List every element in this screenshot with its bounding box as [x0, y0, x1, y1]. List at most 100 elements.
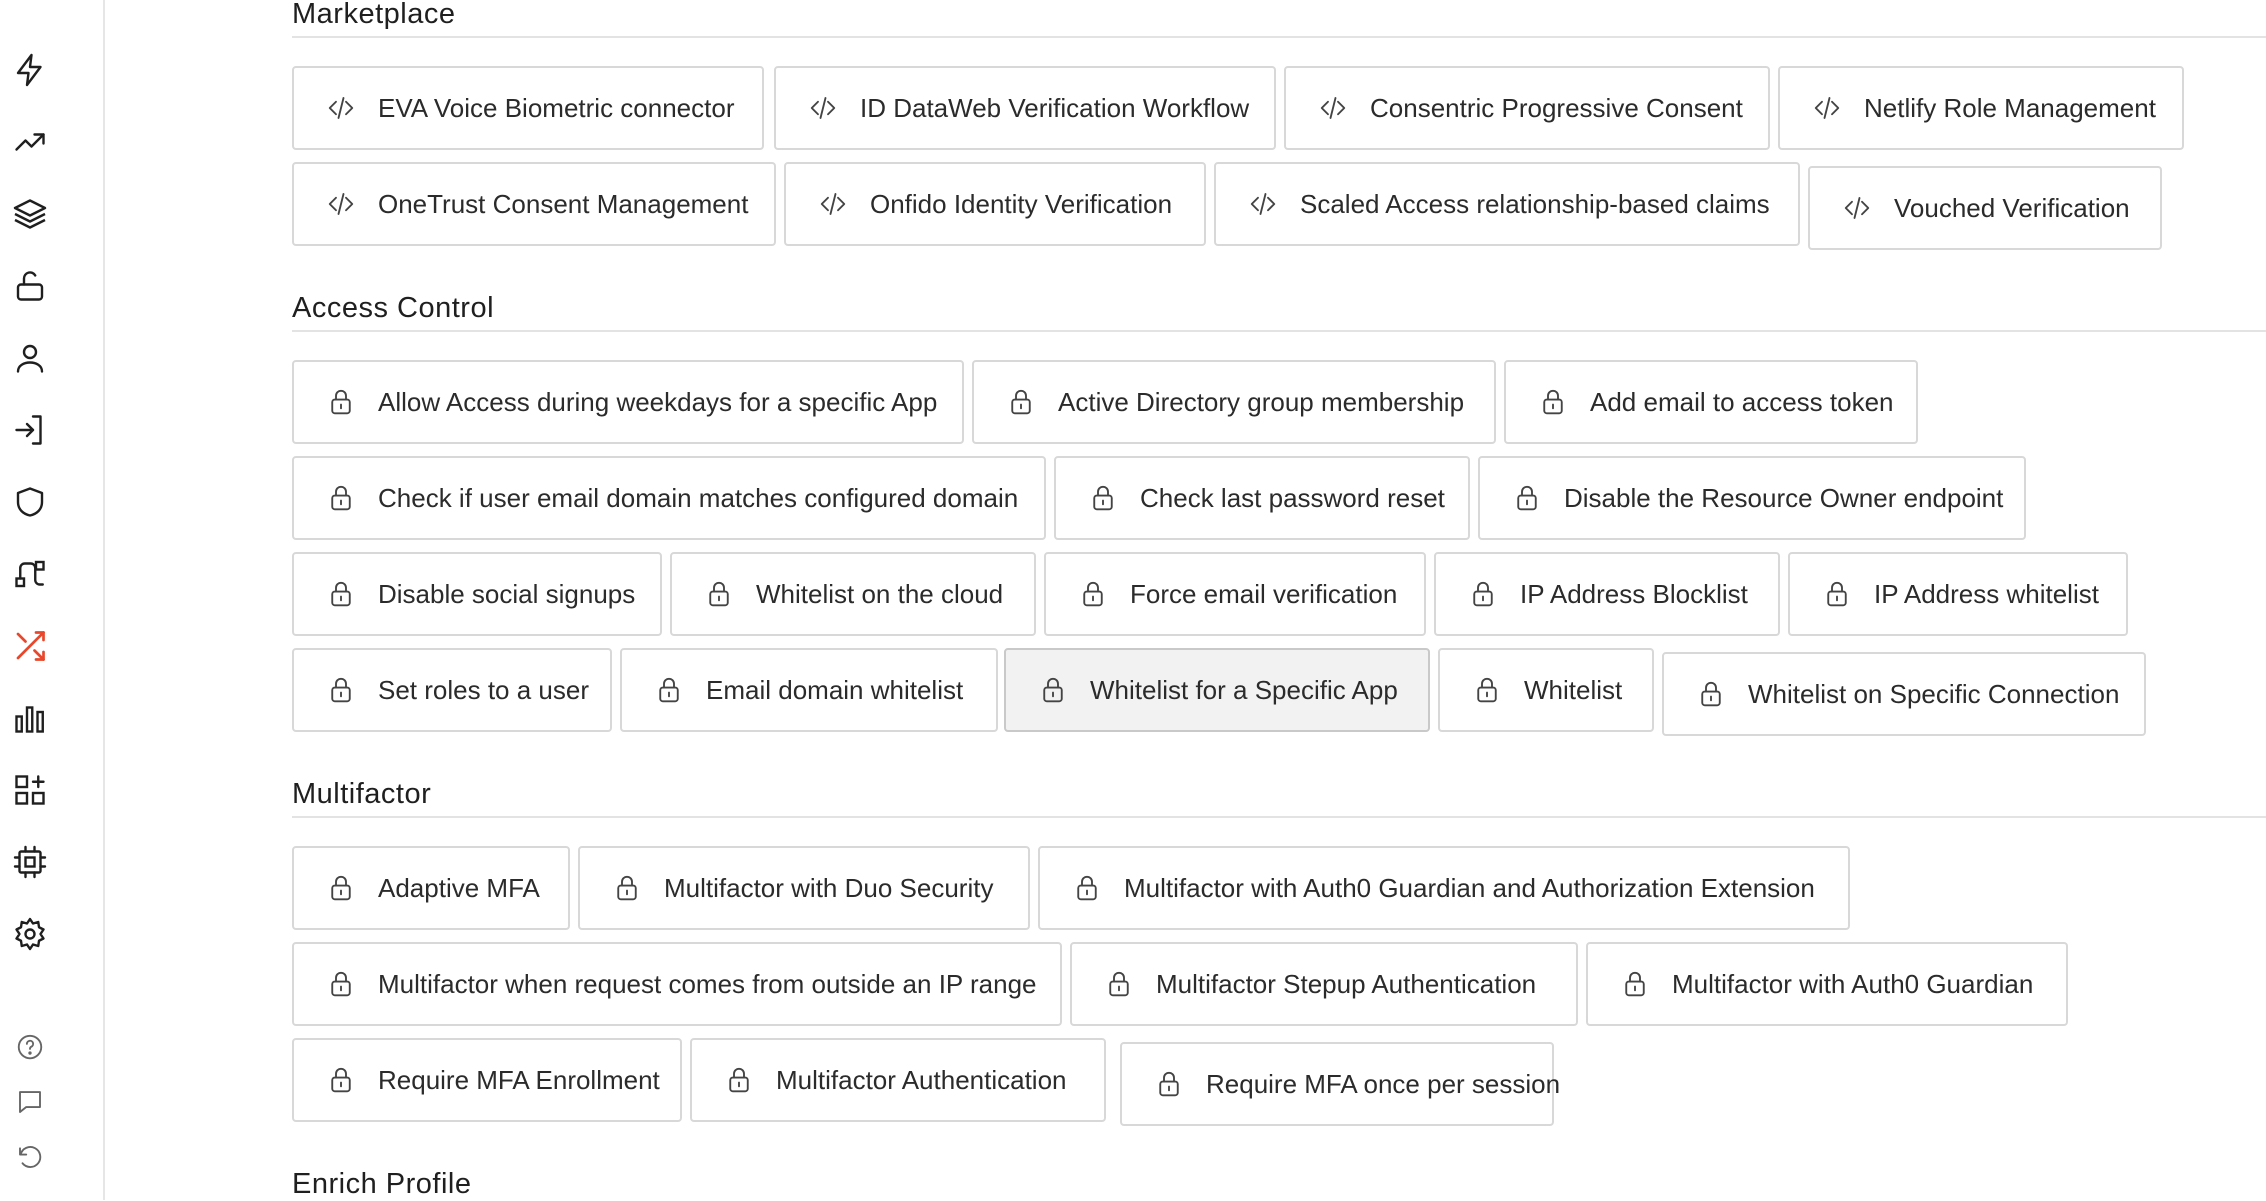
- lock-icon: [1038, 675, 1068, 705]
- shield-icon[interactable]: [10, 482, 50, 522]
- section-title-marketplace: Marketplace: [292, 0, 456, 30]
- flows-icon[interactable]: [10, 554, 50, 594]
- rule-card-label: Netlify Role Management: [1864, 92, 2156, 123]
- rule-card-label: Require MFA once per session: [1206, 1068, 1561, 1099]
- lock-icon: [326, 675, 356, 705]
- rule-card[interactable]: Whitelist on Specific Connection: [1662, 652, 2146, 736]
- section-divider: [292, 816, 2266, 818]
- rule-card[interactable]: Adaptive MFA: [292, 846, 570, 930]
- rule-card[interactable]: Consentric Progressive Consent: [1284, 66, 1770, 150]
- rule-card-label: Multifactor when request comes from outs…: [378, 968, 1037, 999]
- lock-icon: [1538, 387, 1568, 417]
- gear-icon[interactable]: [10, 914, 50, 954]
- rule-card[interactable]: Add email to access token: [1504, 360, 1918, 444]
- rule-card[interactable]: Disable the Resource Owner endpoint: [1478, 456, 2026, 540]
- rule-card-label: Vouched Verification: [1894, 192, 2130, 223]
- login-icon[interactable]: [10, 410, 50, 450]
- code-icon: [1842, 193, 1872, 223]
- rule-card-label: IP Address Blocklist: [1520, 578, 1748, 609]
- rule-card-label: Multifactor with Auth0 Guardian: [1672, 968, 2034, 999]
- code-icon: [1812, 93, 1842, 123]
- lock-icon: [1104, 969, 1134, 999]
- help-icon[interactable]: [10, 1027, 50, 1067]
- lock-icon: [1620, 969, 1650, 999]
- rule-card[interactable]: Force email verification: [1044, 552, 1426, 636]
- rule-card[interactable]: Multifactor with Auth0 Guardian and Auth…: [1038, 846, 1850, 930]
- lock-icon: [1088, 483, 1118, 513]
- rule-card[interactable]: Scaled Access relationship-based claims: [1214, 162, 1800, 246]
- lock-icon: [1472, 675, 1502, 705]
- rule-card[interactable]: Active Directory group membership: [972, 360, 1496, 444]
- layers-icon[interactable]: [10, 194, 50, 234]
- rule-card-label: Onfido Identity Verification: [870, 188, 1173, 219]
- lock-icon: [326, 969, 356, 999]
- rule-card[interactable]: Check if user email domain matches confi…: [292, 456, 1046, 540]
- rule-card-label: Multifactor with Auth0 Guardian and Auth…: [1124, 872, 1815, 903]
- bar-chart-icon[interactable]: [10, 698, 50, 738]
- rule-card[interactable]: ID DataWeb Verification Workflow: [774, 66, 1276, 150]
- section-divider: [292, 36, 2266, 38]
- rule-card[interactable]: Multifactor Authentication: [690, 1038, 1106, 1122]
- rule-card[interactable]: Allow Access during weekdays for a speci…: [292, 360, 964, 444]
- rule-card[interactable]: OneTrust Consent Management: [292, 162, 776, 246]
- lock-icon: [1154, 1069, 1184, 1099]
- lock-icon: [1468, 579, 1498, 609]
- rule-card-selected[interactable]: Whitelist for a Specific App: [1004, 648, 1430, 732]
- rule-card[interactable]: Multifactor Stepup Authentication: [1070, 942, 1578, 1026]
- chat-icon[interactable]: [10, 1082, 50, 1122]
- lock-icon: [654, 675, 684, 705]
- rule-card[interactable]: EVA Voice Biometric connector: [292, 66, 764, 150]
- section-title-access-control: Access Control: [292, 292, 495, 324]
- chip-icon[interactable]: [10, 842, 50, 882]
- rule-card-label: Multifactor with Duo Security: [664, 872, 994, 903]
- rule-card[interactable]: Netlify Role Management: [1778, 66, 2184, 150]
- rule-card-label: Allow Access during weekdays for a speci…: [378, 386, 938, 417]
- rule-card[interactable]: Vouched Verification: [1808, 166, 2162, 250]
- rule-card-label: IP Address whitelist: [1874, 578, 2099, 609]
- rule-card[interactable]: Check last password reset: [1054, 456, 1470, 540]
- section-divider: [292, 330, 2266, 332]
- shuffle-icon[interactable]: [10, 626, 50, 666]
- rule-card[interactable]: IP Address Blocklist: [1434, 552, 1780, 636]
- rule-card[interactable]: Multifactor with Duo Security: [578, 846, 1030, 930]
- lock-icon: [704, 579, 734, 609]
- rule-card[interactable]: Require MFA Enrollment: [292, 1038, 682, 1122]
- lock-icon: [326, 483, 356, 513]
- trending-up-icon[interactable]: [10, 122, 50, 162]
- lock-icon: [326, 579, 356, 609]
- lock-icon: [1078, 579, 1108, 609]
- rule-card[interactable]: Set roles to a user: [292, 648, 612, 732]
- rule-card-label: Multifactor Authentication: [776, 1064, 1067, 1095]
- undo-icon[interactable]: [10, 1137, 50, 1177]
- rule-card[interactable]: IP Address whitelist: [1788, 552, 2128, 636]
- rule-card-label: Force email verification: [1130, 578, 1398, 609]
- rule-card[interactable]: Whitelist on the cloud: [670, 552, 1036, 636]
- rule-card[interactable]: Disable social signups: [292, 552, 662, 636]
- rule-templates-panel: Marketplace EVA Voice Biometric connecto…: [292, 0, 2266, 1200]
- lock-icon: [724, 1065, 754, 1095]
- rule-card[interactable]: Whitelist: [1438, 648, 1654, 732]
- lock-icon: [326, 873, 356, 903]
- unlock-icon[interactable]: [10, 266, 50, 306]
- user-icon[interactable]: [10, 338, 50, 378]
- rule-card[interactable]: Require MFA once per session: [1120, 1042, 1560, 1126]
- rule-card-label: Set roles to a user: [378, 674, 589, 705]
- rule-card-label: Active Directory group membership: [1058, 386, 1465, 417]
- rule-card-label: Whitelist for a Specific App: [1090, 674, 1398, 705]
- rule-card-label: Whitelist: [1524, 674, 1623, 705]
- lock-icon: [1512, 483, 1542, 513]
- rule-card-label: OneTrust Consent Management: [378, 188, 749, 219]
- section-title-multifactor: Multifactor: [292, 778, 432, 810]
- rule-card-label: Disable social signups: [378, 578, 636, 609]
- rule-card[interactable]: Multifactor with Auth0 Guardian: [1586, 942, 2068, 1026]
- code-icon: [808, 93, 838, 123]
- rule-card[interactable]: Multifactor when request comes from outs…: [292, 942, 1062, 1026]
- add-widget-icon[interactable]: [10, 770, 50, 810]
- lock-icon: [326, 387, 356, 417]
- rule-card[interactable]: Onfido Identity Verification: [784, 162, 1206, 246]
- lightning-icon[interactable]: [10, 50, 50, 90]
- rule-card-label: Whitelist on the cloud: [756, 578, 1004, 609]
- code-icon: [326, 189, 356, 219]
- code-icon: [326, 93, 356, 123]
- rule-card[interactable]: Email domain whitelist: [620, 648, 998, 732]
